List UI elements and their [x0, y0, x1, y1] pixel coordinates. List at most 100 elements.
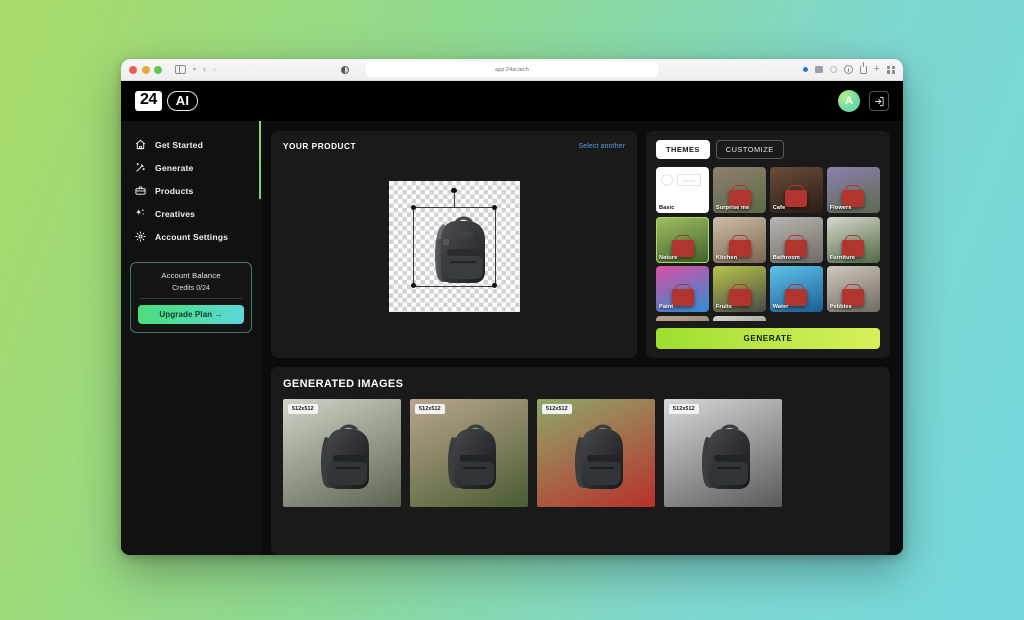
- theme-tile[interactable]: Pebbles: [826, 266, 880, 312]
- sidebar-item-label: Account Settings: [155, 231, 229, 242]
- browser-nav-controls: ▾ ‹ ›: [175, 64, 216, 75]
- resize-handle-br[interactable]: [491, 282, 498, 289]
- theme-tile-label: Nature: [659, 254, 678, 261]
- backpack-image: [575, 424, 623, 489]
- home-icon: [135, 139, 146, 150]
- sidebar-toggle-icon[interactable]: [175, 64, 186, 75]
- logo-suffix: AI: [166, 90, 199, 112]
- resize-handle-bl[interactable]: [410, 282, 417, 289]
- sidebar-item-creatives[interactable]: Creatives: [121, 202, 261, 225]
- theme-tile[interactable]: Bathroom: [769, 216, 824, 263]
- app-logo[interactable]: 24 AI: [135, 90, 199, 112]
- top-row: YOUR PRODUCT Select another THEMES CUSTO…: [271, 131, 890, 358]
- extension-icon[interactable]: [802, 67, 808, 72]
- theme-tile[interactable]: Flowers: [826, 167, 880, 213]
- status-badge: 512x512: [542, 404, 572, 414]
- generated-image-card[interactable]: 512x512: [537, 399, 655, 507]
- product-panel-header: YOUR PRODUCT Select another: [283, 142, 625, 151]
- theme-tile-label: Flowers: [829, 205, 852, 211]
- theme-tile[interactable]: Basic: [656, 167, 710, 213]
- resize-handle-tr[interactable]: [491, 204, 498, 211]
- generated-image-card[interactable]: 512x512: [283, 399, 401, 507]
- balance-title: Account Balance: [161, 271, 221, 280]
- briefcase-icon: [135, 185, 146, 196]
- logout-button[interactable]: [869, 91, 889, 111]
- generate-button[interactable]: GENERATE: [656, 328, 880, 349]
- theme-tile[interactable]: Fruits: [712, 266, 767, 312]
- maximize-window-button[interactable]: [154, 65, 162, 74]
- sidebar-item-products[interactable]: Products: [121, 179, 261, 202]
- tab-themes[interactable]: THEMES: [656, 140, 710, 159]
- status-badge: 512x512: [669, 404, 699, 414]
- theme-tile-label: Furniture: [829, 254, 856, 261]
- url-bar[interactable]: app.24ai.tech: [366, 62, 658, 77]
- reader-contrast-icon[interactable]: [341, 65, 349, 74]
- theme-tile-label: Fruits: [715, 304, 733, 310]
- sidebar-item-label: Products: [155, 185, 194, 196]
- forward-chevron-icon[interactable]: ›: [213, 65, 216, 74]
- circle-shape-icon: [661, 174, 673, 186]
- share-icon[interactable]: [859, 61, 867, 74]
- credits-value: Credits 0/24: [172, 285, 210, 292]
- traffic-lights: [129, 65, 162, 74]
- backpack-image: [448, 424, 496, 489]
- theme-tile-label: Pebbles: [829, 304, 852, 310]
- themes-grid: Basic Surprise me Cafe Flowers Nature Kitchen…: [656, 167, 880, 321]
- theme-tile[interactable]: Kitchen: [712, 216, 767, 263]
- rotate-handle[interactable]: [451, 187, 457, 193]
- app-body: Get Started Generate Products Creatives …: [121, 121, 903, 555]
- sidebar-item-generate[interactable]: Generate: [121, 156, 261, 179]
- theme-tile-label: Basic: [659, 205, 675, 211]
- sidebar-item-account-settings[interactable]: Account Settings: [121, 225, 261, 248]
- new-tab-icon[interactable]: +: [874, 64, 880, 75]
- product-canvas[interactable]: [283, 151, 625, 347]
- resize-handle-tl[interactable]: [410, 204, 417, 211]
- sidebar-item-label: Generate: [155, 162, 194, 173]
- back-chevron-icon[interactable]: ‹: [203, 65, 206, 74]
- backpack-image: [321, 424, 369, 489]
- theme-tile[interactable]: Nature: [656, 216, 710, 263]
- transparency-canvas[interactable]: [388, 180, 520, 312]
- theme-tile[interactable]: [656, 315, 710, 321]
- selection-box[interactable]: [410, 187, 498, 289]
- rotate-handle-line: [454, 192, 455, 208]
- sparkles-icon: [135, 208, 146, 219]
- theme-tile-label: Paint: [659, 304, 674, 310]
- theme-tile[interactable]: Surprise me: [712, 167, 767, 213]
- theme-tile[interactable]: Water: [769, 266, 824, 312]
- minimize-window-button[interactable]: [141, 65, 150, 74]
- main-content: YOUR PRODUCT Select another THEMES CUSTO…: [261, 121, 903, 555]
- sidebar-item-get-started[interactable]: Get Started: [121, 133, 261, 156]
- theme-tile[interactable]: Cafe: [769, 167, 824, 213]
- theme-tile-label: Surprise me: [715, 205, 750, 211]
- extension-icon[interactable]: [814, 66, 823, 73]
- generated-images-panel: GENERATED IMAGES 512x512 512x512 512x512 51…: [271, 367, 890, 555]
- extension-icon[interactable]: [829, 66, 837, 73]
- close-window-button[interactable]: [129, 65, 137, 74]
- browser-titlebar: ▾ ‹ › app.24ai.tech +: [121, 59, 903, 81]
- product-panel: YOUR PRODUCT Select another: [271, 131, 637, 358]
- theme-tile[interactable]: Furniture: [826, 216, 880, 263]
- theme-tile[interactable]: Paint: [656, 266, 710, 312]
- rect-shape-icon: [677, 174, 701, 186]
- downloads-icon[interactable]: [843, 65, 853, 74]
- themes-scroll-area[interactable]: Basic Surprise me Cafe Flowers Nature Kitchen…: [656, 167, 880, 321]
- generated-image-card[interactable]: 512x512: [664, 399, 782, 507]
- generated-image-card[interactable]: 512x512: [410, 399, 528, 507]
- theme-tile[interactable]: [712, 315, 767, 321]
- tab-customize[interactable]: CUSTOMIZE: [715, 140, 784, 159]
- sidebar: Get Started Generate Products Creatives …: [121, 121, 261, 555]
- upgrade-plan-button[interactable]: Upgrade Plan →: [138, 305, 244, 324]
- sidebar-item-label: Get Started: [155, 139, 203, 150]
- chevron-down-icon[interactable]: ▾: [193, 67, 196, 73]
- magic-wand-icon: [135, 162, 146, 173]
- gear-icon: [135, 231, 146, 242]
- app-header-actions: A: [838, 90, 889, 112]
- status-badge: 512x512: [288, 404, 318, 414]
- tab-overview-icon[interactable]: [887, 65, 895, 74]
- url-text: app.24ai.tech: [495, 66, 529, 73]
- select-another-link[interactable]: Select another: [578, 143, 625, 150]
- avatar[interactable]: A: [838, 90, 860, 112]
- page-title: YOUR PRODUCT: [283, 142, 357, 151]
- app-root: 24 AI A Get Started Generate Products Cr…: [121, 81, 903, 555]
